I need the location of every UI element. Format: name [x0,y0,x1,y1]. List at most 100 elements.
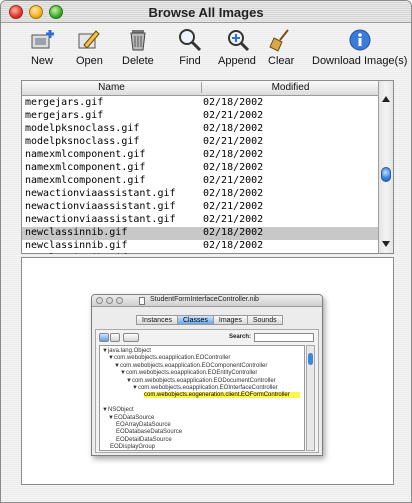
preview-tab-sounds: Sounds [246,315,283,325]
cell-name: mergejars.gif [25,110,104,121]
scroll-up-arrow-icon[interactable] [382,96,390,102]
preview-outline-view-icon [110,333,120,342]
preview-tree-node: ▼com.webobjects.eoapplication.EODocument… [126,377,276,384]
preview-tree-node: EODetailDataSource [116,436,172,443]
cell-name: mergejars.gif [25,97,104,108]
cell-modified: 02/18/2002 [203,123,264,134]
preview-search-label: Search: [229,334,252,340]
image-table-body: mergejars.gif 02/18/2002 mergejars.gif 02/2… [22,97,379,254]
append-button[interactable]: Append [218,28,256,67]
open-label: Open [76,55,103,67]
find-label: Find [179,55,201,67]
cell-modified: 02/18/2002 [203,162,264,173]
cell-name: newactionviaassistant.gif [25,201,176,212]
append-magnifier-icon [224,28,250,52]
cell-modified: 02/21/2002 [203,214,264,225]
scroll-thumb[interactable] [381,167,391,182]
table-row[interactable]: namexmlcomponent.gif 02/18/2002 [22,162,379,175]
preview-tree-node: EODatabaseDataSource [116,429,183,436]
preview-close-dot-icon [96,297,103,304]
preview-tab-images: Images [212,315,248,325]
info-icon [347,28,373,52]
scroll-down-arrow-icon[interactable] [382,241,390,247]
table-row[interactable]: namexmlcomponent.gif 02/21/2002 [22,175,379,188]
preview-zoom-dot-icon [116,297,123,304]
magnifier-icon [177,28,203,52]
table-row[interactable]: modelpksnoclass.gif 02/21/2002 [22,136,379,149]
preview-tree-node: ▼com.webobjects.eoapplication.EOInterfac… [132,385,278,391]
table-row[interactable]: newclassinnib.gif 02/18/2002 [22,240,379,253]
download-images-button[interactable]: Download Image(s) [312,28,407,67]
delete-label: Delete [122,55,154,67]
preview-tree-node: EODisplayGroup [110,444,156,451]
preview-search-field [254,333,314,342]
table-row[interactable]: newactionviaassistant.gif 02/21/2002 [22,201,379,214]
preview-title-bar: StudentFormInterfaceController.nib [92,295,322,307]
delete-button[interactable]: Delete [122,28,154,67]
preview-screenshot: StudentFormInterfaceController.nib Insta… [91,294,323,456]
image-list-panel: Name Modified mergejars.gif 02/18/2002 mer… [21,80,394,254]
column-header-name[interactable]: Name [22,82,202,93]
new-button[interactable]: New [29,28,55,67]
preview-tree-node: ▼java.lang.Object [102,348,151,354]
title-bar[interactable]: Browse All Images [1,1,411,23]
cell-modified: 02/21/2002 [203,110,264,121]
preview-document-icon [139,297,145,305]
cell-name: modelpksnoclass.gif [25,123,140,134]
preview-tabs: Instances Classes Images Sounds [136,315,283,325]
preview-search-menu-icon [123,333,139,342]
preview-tab-classes: Classes [176,315,214,325]
cell-modified: 02/18/2002 [203,149,264,160]
preview-class-tree: ▼java.lang.Object ▼com.webobjects.eoappli… [99,345,305,451]
toolbar: New Open Delete Find Append Clear Downlo… [1,24,411,74]
window-title: Browse All Images [148,5,264,20]
preview-tree-node: ▼com.webobjects.eoapplication.EOEntityCo… [120,370,258,377]
download-images-label: Download Image(s) [312,55,408,67]
clear-button[interactable]: Clear [268,28,294,67]
open-button[interactable]: Open [76,28,103,67]
preview-browser-view-icon [99,333,109,342]
image-preview-panel: StudentFormInterfaceController.nib Insta… [21,257,394,485]
cell-name: newactionviaassistant.gif [25,188,176,199]
open-edit-icon [76,28,102,52]
table-row[interactable]: namexmlcomponent.gif 02/18/2002 [22,149,379,162]
preview-minimize-dot-icon [106,297,113,304]
preview-tree-node: ▼NSObject [102,407,134,414]
preview-tree-node-selected: com.webobjects.eogeneration.client.EOFor… [144,392,300,399]
find-button[interactable]: Find [177,28,203,67]
cell-modified: 02/18/2002 [203,188,264,199]
column-header-modified[interactable]: Modified [202,82,379,93]
cell-modified: 02/21/2002 [203,175,264,186]
trash-icon [125,28,151,52]
table-row-selected[interactable]: newclassinnib.gif 02/18/2002 [22,227,379,240]
table-row[interactable]: mergejars.gif 02/21/2002 [22,110,379,123]
table-row[interactable]: mergejars.gif 02/18/2002 [22,97,379,110]
preview-toolbar-row: Search: [99,333,317,343]
cell-name: modelpksnoclass.gif [25,136,140,147]
preview-tree-node: EOArrayDataSource [116,422,171,428]
cell-modified: 02/21/2002 [203,253,263,254]
cell-name: newactionviaassistant.gif [25,214,176,225]
table-row[interactable]: newclassinnib.gif 02/21/2002 [22,253,379,254]
preview-tab-instances: Instances [136,315,178,325]
cell-modified: 02/21/2002 [203,201,264,212]
cell-name: namexmlcomponent.gif [25,162,146,173]
new-image-icon [29,28,55,52]
clear-label: Clear [268,55,295,67]
preview-tree-node: ▼com.webobjects.eoapplication.EOComponen… [114,362,268,369]
preview-tree-node: ▼EODataSource [108,414,155,421]
cell-name: newclassinnib.gif [25,240,128,251]
preview-tree-scrollbar [306,345,315,451]
table-row[interactable]: modelpksnoclass.gif 02/18/2002 [22,123,379,136]
cell-modified: 02/18/2002 [203,227,264,238]
list-vertical-scrollbar[interactable] [378,81,393,253]
preview-tree-node: ▼com.webobjects.eoapplication.EOControll… [108,355,231,362]
table-row[interactable]: newactionviaassistant.gif 02/18/2002 [22,188,379,201]
browse-images-window: Browse All Images New Open Delete Find A… [0,0,412,503]
preview-window-title: StudentFormInterfaceController.nib [150,296,259,303]
cell-modified: 02/21/2002 [203,136,264,147]
cell-modified: 02/18/2002 [203,240,264,251]
table-row[interactable]: newactionviaassistant.gif 02/21/2002 [22,214,379,227]
table-header: Name Modified [22,81,379,96]
cell-name: newclassinnib.gif [25,227,128,238]
